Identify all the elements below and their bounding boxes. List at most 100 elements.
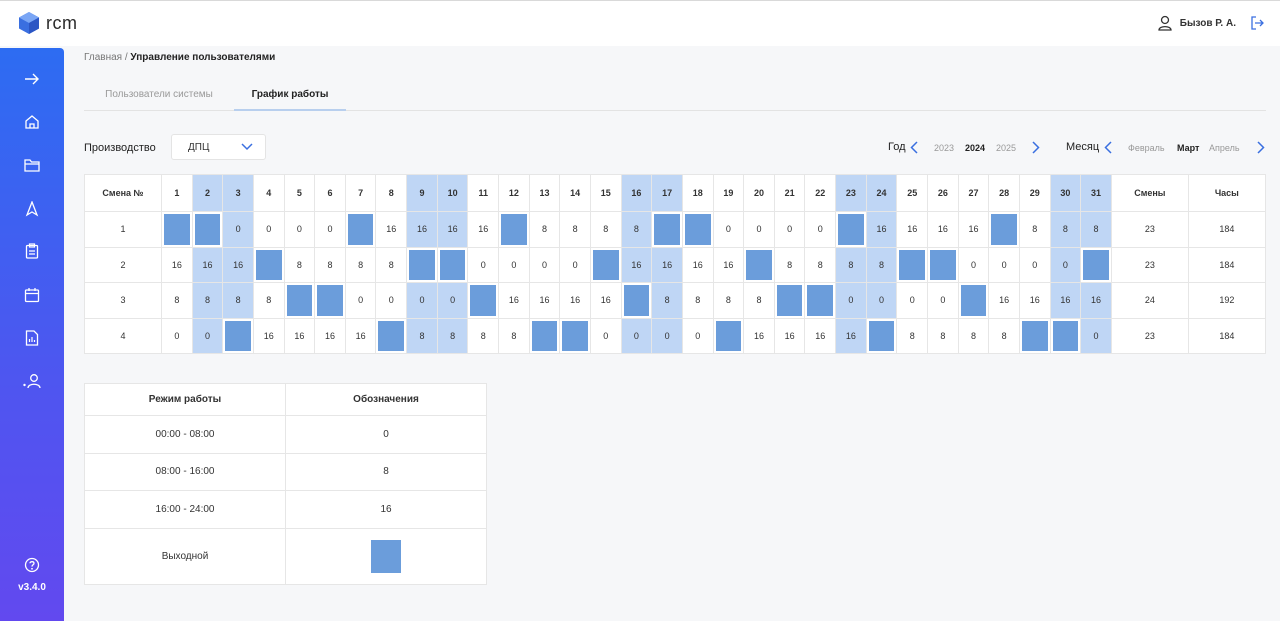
shift-cell[interactable]: 0: [927, 282, 959, 319]
day-off-cell[interactable]: [314, 282, 346, 319]
day-off-cell[interactable]: [222, 317, 254, 355]
shift-cell[interactable]: 16: [406, 211, 438, 248]
shift-cell[interactable]: 8: [559, 211, 591, 248]
shift-cell[interactable]: 16: [620, 246, 653, 284]
month-option-selected[interactable]: Март: [1177, 143, 1199, 153]
shift-cell[interactable]: 0: [1018, 246, 1051, 284]
shift-cell[interactable]: 16: [222, 246, 254, 284]
shift-cell[interactable]: 16: [1080, 282, 1112, 319]
day-off-cell[interactable]: [865, 317, 898, 355]
day-off-cell[interactable]: [957, 282, 990, 319]
month-option[interactable]: Апрель: [1209, 143, 1240, 153]
shift-cell[interactable]: 16: [283, 317, 316, 355]
day-off-cell[interactable]: [988, 211, 1020, 248]
shift-cell[interactable]: 16: [743, 317, 775, 355]
shift-cell[interactable]: 8: [773, 246, 806, 284]
shift-cell[interactable]: 8: [344, 246, 377, 284]
shift-cell[interactable]: 8: [957, 317, 990, 355]
shift-cell[interactable]: 0: [559, 246, 591, 284]
shift-cell[interactable]: 0: [651, 317, 683, 355]
shift-cell[interactable]: 0: [161, 317, 193, 355]
shift-cell[interactable]: 16: [1018, 282, 1051, 319]
shift-cell[interactable]: 0: [283, 211, 316, 248]
day-off-cell[interactable]: [896, 246, 929, 284]
shift-cell[interactable]: 16: [161, 246, 193, 284]
shift-cell[interactable]: 0: [681, 317, 714, 355]
shift-cell[interactable]: 8: [743, 282, 775, 319]
shift-cell[interactable]: 0: [222, 211, 254, 248]
shift-cell[interactable]: 8: [927, 317, 959, 355]
calendar-icon[interactable]: [20, 283, 44, 307]
shift-cell[interactable]: 0: [835, 282, 867, 319]
shift-cell[interactable]: 8: [1049, 211, 1082, 248]
shift-cell[interactable]: 8: [804, 246, 837, 284]
day-off-cell[interactable]: [773, 282, 806, 319]
shift-cell[interactable]: 0: [344, 282, 377, 319]
chevron-left-icon[interactable]: [910, 141, 918, 154]
shift-cell[interactable]: 0: [804, 211, 837, 248]
shift-cell[interactable]: 16: [896, 211, 929, 248]
shift-cell[interactable]: 0: [436, 282, 469, 319]
shift-cell[interactable]: 16: [498, 282, 530, 319]
shift-cell[interactable]: 8: [467, 317, 500, 355]
expand-arrow-icon[interactable]: [20, 67, 44, 91]
day-off-cell[interactable]: [835, 211, 867, 248]
day-off-cell[interactable]: [681, 211, 714, 248]
shift-cell[interactable]: 0: [743, 211, 775, 248]
day-off-cell[interactable]: [1080, 246, 1112, 284]
year-option[interactable]: 2025: [996, 143, 1016, 153]
shift-cell[interactable]: 8: [375, 246, 408, 284]
shift-cell[interactable]: 8: [589, 211, 622, 248]
help-icon[interactable]: [20, 553, 44, 577]
shift-cell[interactable]: 16: [1049, 282, 1082, 319]
users-icon[interactable]: [20, 369, 44, 393]
shift-cell[interactable]: 0: [467, 246, 500, 284]
shift-cell[interactable]: 16: [344, 317, 377, 355]
day-off-cell[interactable]: [651, 211, 683, 248]
logout-icon[interactable]: [1250, 16, 1264, 30]
shift-cell[interactable]: 0: [314, 211, 346, 248]
shift-cell[interactable]: 16: [865, 211, 898, 248]
day-off-cell[interactable]: [804, 282, 837, 319]
breadcrumb-home[interactable]: Главная: [84, 52, 122, 63]
rocket-icon[interactable]: [20, 197, 44, 221]
shift-cell[interactable]: 8: [528, 211, 561, 248]
shift-cell[interactable]: 16: [773, 317, 806, 355]
day-off-cell[interactable]: [712, 317, 745, 355]
shift-cell[interactable]: 8: [283, 246, 316, 284]
day-off-cell[interactable]: [375, 317, 408, 355]
shift-cell[interactable]: 16: [835, 317, 867, 355]
tab-system-users[interactable]: Пользователи системы: [84, 84, 234, 111]
tab-work-schedule[interactable]: График работы: [234, 84, 346, 111]
logo[interactable]: rcm: [18, 11, 78, 35]
day-off-cell[interactable]: [927, 246, 959, 284]
shift-cell[interactable]: 8: [651, 282, 683, 319]
clipboard-icon[interactable]: [20, 239, 44, 263]
shift-cell[interactable]: 0: [988, 246, 1020, 284]
shift-cell[interactable]: 8: [835, 246, 867, 284]
day-off-cell[interactable]: [467, 282, 500, 319]
day-off-cell[interactable]: [161, 211, 193, 248]
shift-cell[interactable]: 0: [620, 317, 653, 355]
day-off-cell[interactable]: [1049, 317, 1082, 355]
shift-cell[interactable]: 16: [988, 282, 1020, 319]
shift-cell[interactable]: 0: [1080, 317, 1112, 355]
day-off-cell[interactable]: [589, 246, 622, 284]
shift-cell[interactable]: 8: [436, 317, 469, 355]
shift-cell[interactable]: 16: [559, 282, 591, 319]
shift-cell[interactable]: 8: [865, 246, 898, 284]
shift-cell[interactable]: 8: [252, 282, 285, 319]
shift-cell[interactable]: 0: [589, 317, 622, 355]
shift-cell[interactable]: 16: [651, 246, 683, 284]
shift-cell[interactable]: 16: [314, 317, 346, 355]
shift-cell[interactable]: 8: [712, 282, 745, 319]
shift-cell[interactable]: 16: [804, 317, 837, 355]
shift-cell[interactable]: 16: [927, 211, 959, 248]
shift-cell[interactable]: 8: [314, 246, 346, 284]
shift-cell[interactable]: 0: [896, 282, 929, 319]
shift-cell[interactable]: 8: [1080, 211, 1112, 248]
home-icon[interactable]: [20, 110, 44, 134]
shift-cell[interactable]: 16: [957, 211, 990, 248]
day-off-cell[interactable]: [620, 282, 653, 319]
chevron-right-icon[interactable]: [1032, 141, 1040, 154]
